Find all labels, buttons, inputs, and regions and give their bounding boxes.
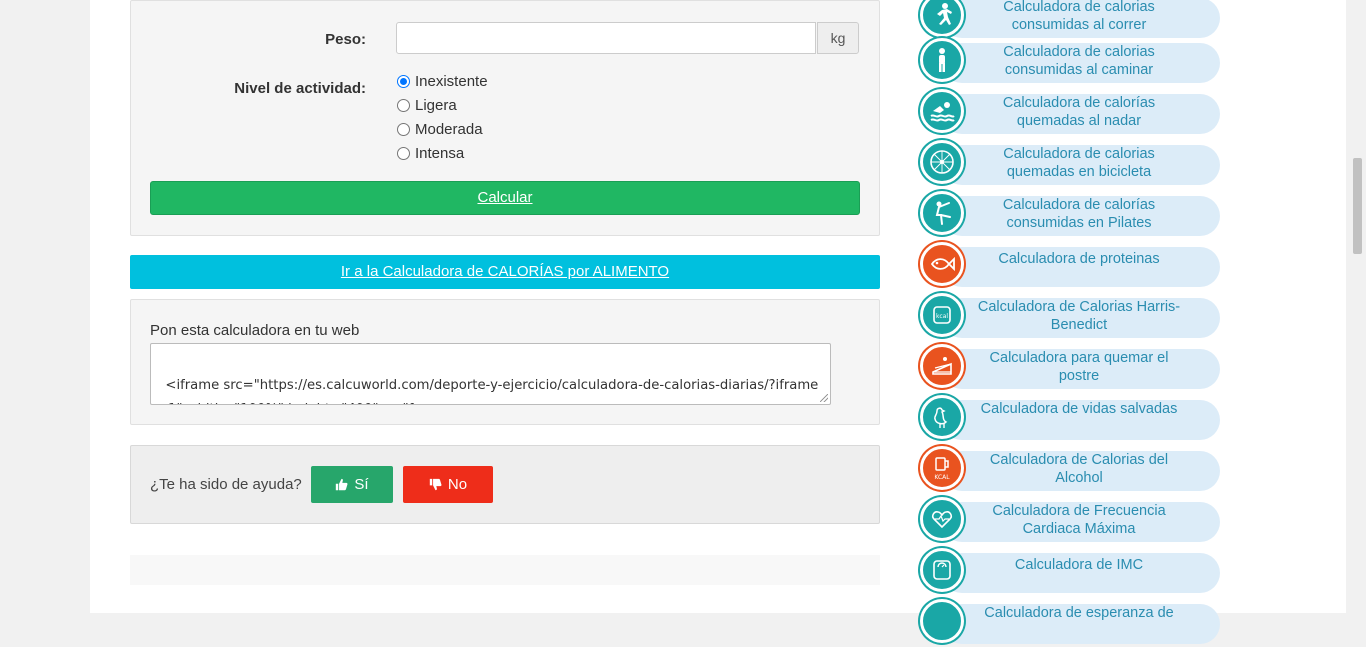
sidebar-item-label: Calculadora de Calorias del Alcohol [989, 452, 1169, 486]
weight-unit: kg [817, 22, 859, 54]
activity-label: Nivel de actividad: [234, 80, 366, 97]
radio-button[interactable] [397, 98, 410, 112]
feedback-no-label: No [447, 476, 468, 493]
activity-option-inexistente[interactable]: Inexistente [397, 71, 488, 91]
sidebar-item-esperanza-vida[interactable]: Calculadora de esperanza de [920, 599, 1220, 647]
ad-placeholder [130, 555, 880, 585]
sidebar-item-proteinas[interactable]: Calculadora de proteinas [920, 242, 1220, 290]
sidebar-item-caminar[interactable]: Calculadora de calorias consumidas al ca… [920, 38, 1220, 86]
feedback-yes-label: Sí [354, 476, 369, 493]
sidebar-item-imc[interactable]: Calculadora de IMC [920, 548, 1220, 596]
walking-icon [920, 38, 964, 82]
activity-option-label: Ligera [415, 96, 457, 114]
activity-option-ligera[interactable]: Ligera [397, 95, 457, 115]
embed-code-text: <iframe src="https://es.calcuworld.com/d… [157, 378, 819, 404]
sidebar-item-label: Calculadora de vidas salvadas [980, 401, 1178, 417]
sidebar-item-correr[interactable]: Calculadora de calorias consumidas al co… [920, 0, 1220, 41]
activity-option-moderada[interactable]: Moderada [397, 119, 483, 139]
activity-option-label: Inexistente [415, 72, 488, 90]
radio-button[interactable] [397, 146, 410, 160]
feedback-no-button[interactable]: No [403, 466, 493, 503]
calculate-button[interactable]: Calcular [150, 181, 860, 215]
activity-option-label: Moderada [415, 120, 483, 138]
kcal-icon: kcal [920, 293, 964, 337]
scale-imc-icon [920, 548, 964, 592]
beer-kcal-icon: KCAL [920, 446, 964, 490]
life-icon [920, 599, 964, 643]
sidebar-item-label: Calculadora de Calorias Harris-Benedict [977, 299, 1181, 333]
resize-grip-icon[interactable] [820, 394, 828, 402]
page-scrollbar[interactable] [1349, 0, 1366, 613]
weight-input[interactable] [396, 22, 816, 54]
svg-text:KCAL: KCAL [934, 474, 950, 481]
activity-option-intensa[interactable]: Intensa [397, 143, 464, 163]
radio-button[interactable] [397, 122, 410, 136]
sidebar-item-label: Calculadora de calorías quemadas al nada… [1002, 95, 1156, 129]
heart-max-icon [920, 497, 964, 541]
embed-code-textarea[interactable]: <iframe src="https://es.calcuworld.com/d… [150, 343, 831, 405]
sidebar-item-label: Calculadora de esperanza de [984, 605, 1174, 621]
thumbs-up-icon [336, 478, 348, 491]
chicken-icon [920, 395, 964, 439]
sidebar-item-label: Calculadora de calorias quemadas en bici… [1003, 146, 1155, 180]
scrollbar-thumb[interactable] [1353, 158, 1362, 254]
sidebar-item-vidas-salvadas[interactable]: Calculadora de vidas salvadas [920, 395, 1220, 443]
sidebar-item-alcohol[interactable]: Calculadora de Calorias del Alcohol KCAL [920, 446, 1220, 494]
sidebar-item-nadar[interactable]: Calculadora de calorías quemadas al nada… [920, 89, 1220, 137]
thumbs-down-icon [429, 478, 442, 491]
svg-text:kcal: kcal [936, 313, 948, 320]
sidebar-item-label: Calculadora de calorías consumidas en Pi… [1002, 197, 1156, 231]
sidebar-item-bicicleta[interactable]: Calculadora de calorias quemadas en bici… [920, 140, 1220, 188]
pilates-icon [920, 191, 964, 235]
sidebar-item-postre[interactable]: Calculadora para quemar el postre [920, 344, 1220, 392]
sidebar-item-label: Calculadora de proteinas [998, 251, 1160, 267]
sidebar-item-label: Calculadora de calorias consumidas al co… [1003, 0, 1155, 33]
embed-title: Pon esta calculadora en tu web [150, 322, 360, 339]
bicycle-wheel-icon [920, 140, 964, 184]
sidebar-item-pilates[interactable]: Calculadora de calorías consumidas en Pi… [920, 191, 1220, 239]
sidebar-item-frecuencia-cardiaca[interactable]: Calculadora de Frecuencia Cardiaca Máxim… [920, 497, 1220, 545]
sidebar-item-harris-benedict[interactable]: Calculadora de Calorias Harris-Benedict … [920, 293, 1220, 341]
swimming-icon [920, 89, 964, 133]
activity-option-label: Intensa [415, 144, 465, 162]
radio-button-checked[interactable] [397, 74, 410, 88]
feedback-yes-button[interactable]: Sí [311, 466, 393, 503]
sidebar-item-label: Calculadora de IMC [1014, 557, 1144, 573]
sidebar-item-label: Calculadora de calorias consumidas al ca… [1003, 44, 1155, 78]
feedback-question: ¿Te ha sido de ayuda? [150, 476, 302, 493]
weight-label: Peso: [325, 31, 366, 48]
cake-icon [920, 344, 964, 388]
sidebar-item-label: Calculadora de Frecuencia Cardiaca Máxim… [992, 503, 1166, 537]
sidebar-item-label: Calculadora para quemar el postre [989, 350, 1169, 384]
food-calories-link-button[interactable]: Ir a la Calculadora de CALORÍAS por ALIM… [130, 255, 880, 289]
fish-icon [920, 242, 964, 286]
